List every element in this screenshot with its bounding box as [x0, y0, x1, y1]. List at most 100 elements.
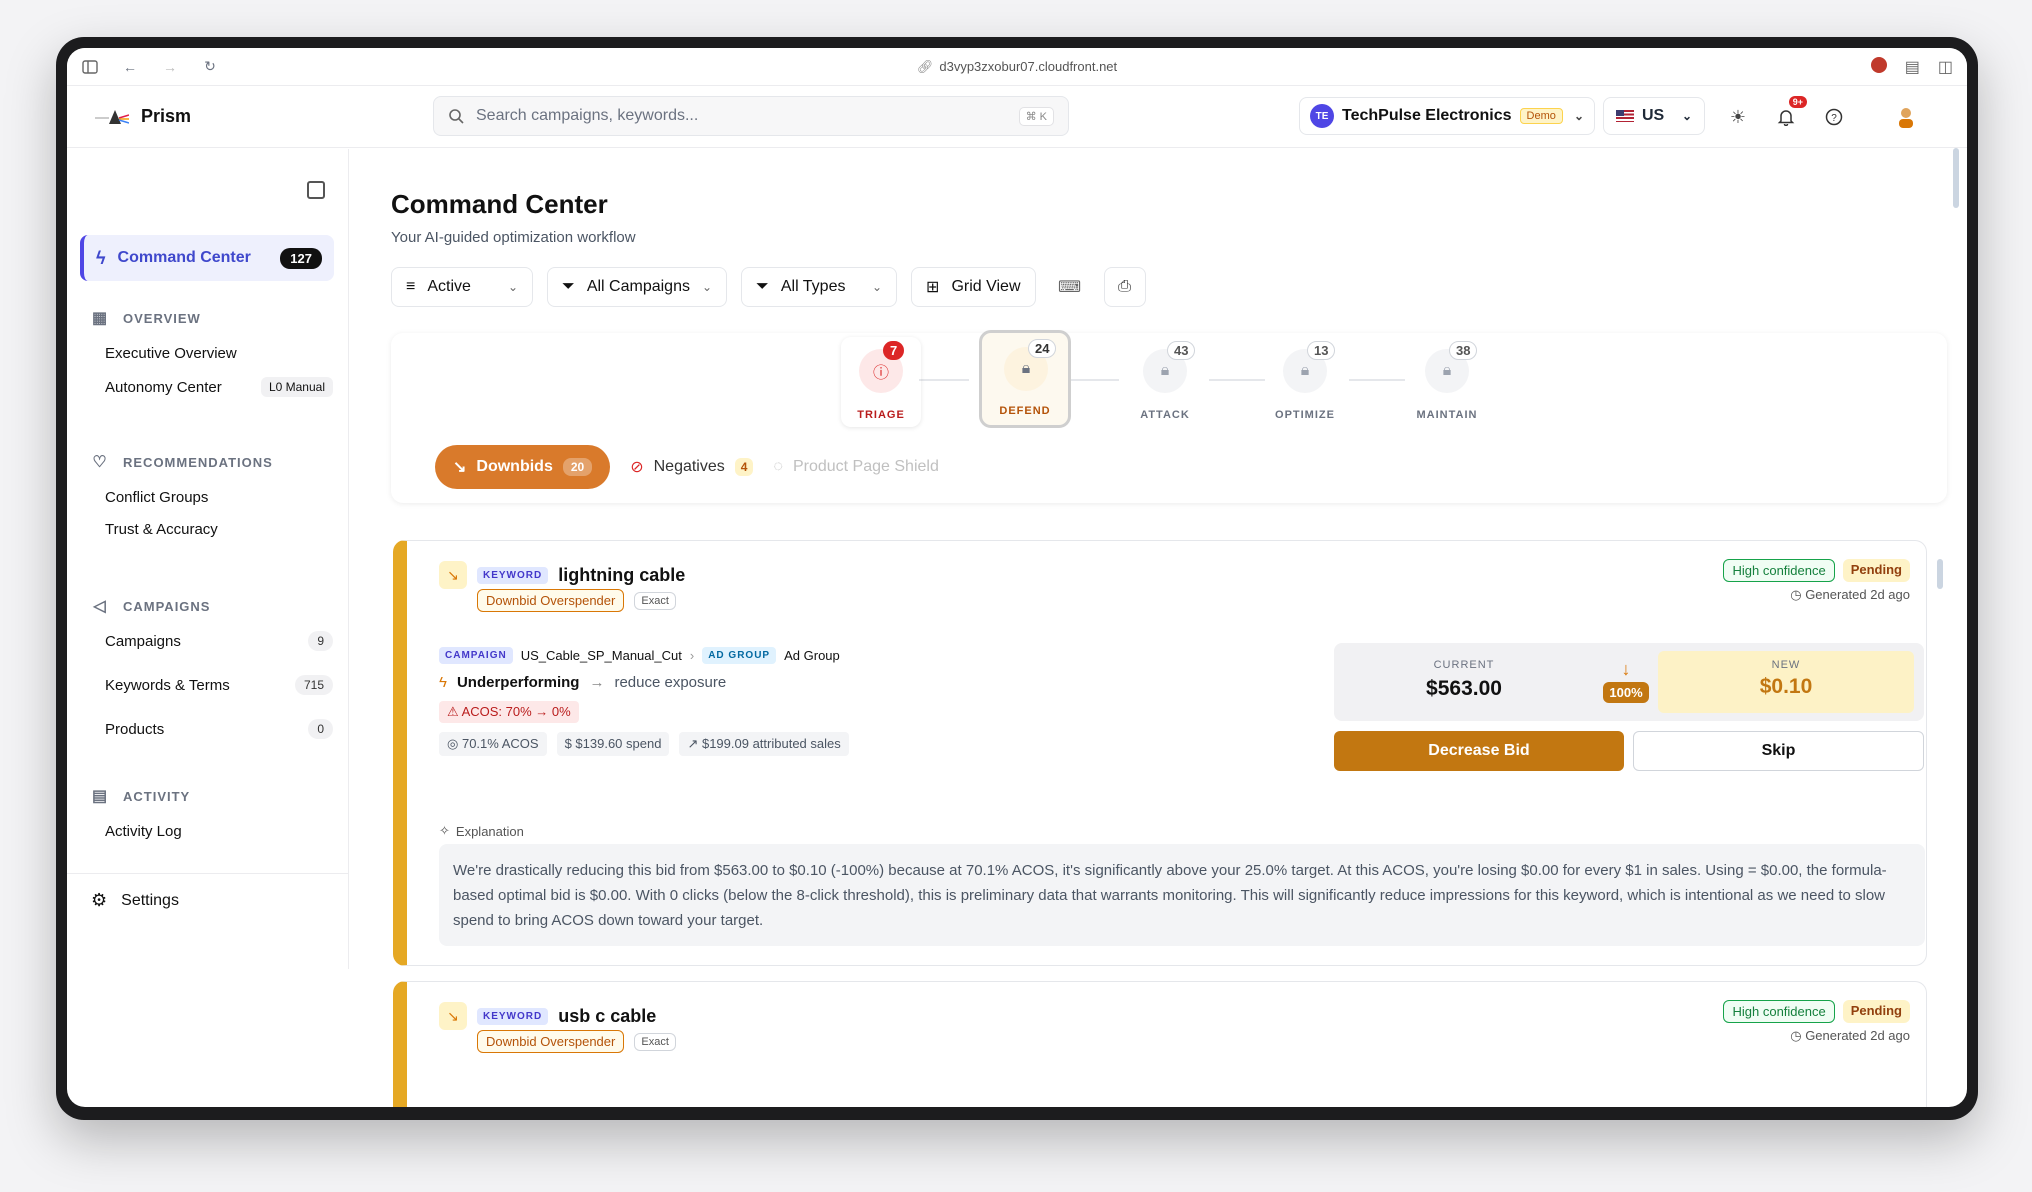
browser-window: ← → ↻ 🔗︎ d3vyp3zxobur07.cloudfront.net ▤ … — [56, 37, 1978, 1120]
stage-maintain[interactable]: 🔒︎ 38 MAINTAIN — [1407, 337, 1487, 427]
extension-icon[interactable] — [1870, 57, 1887, 73]
generated-text: Generated 2d ago — [1805, 587, 1910, 602]
help-icon[interactable]: ? — [1823, 106, 1845, 128]
tab-label: Negatives — [653, 458, 725, 475]
match-type: Exact — [634, 1032, 676, 1051]
chevron-down-icon: ⌄ — [507, 280, 518, 294]
status-badge: Pending — [1842, 1000, 1910, 1023]
megaphone-icon: ◁ — [93, 598, 107, 615]
campaign-breadcrumb: CAMPAIGN US_Cable_SP_Manual_Cut › AD GRO… — [439, 647, 840, 664]
adgroup-name[interactable]: Ad Group — [784, 648, 840, 663]
stage-triage[interactable]: ⓘ 7 TRIAGE — [841, 337, 921, 427]
view-toggle[interactable]: ⊞ Grid View — [911, 267, 1036, 307]
autonomy-level-tag: L0 Manual — [260, 377, 333, 397]
sidebar-item-autonomy-center[interactable]: Autonomy Center L0 Manual — [105, 377, 333, 397]
new-bid-label: NEW — [1771, 659, 1801, 671]
current-bid-value: $563.00 — [1426, 677, 1502, 700]
sidebar-item-activity-log[interactable]: Activity Log — [105, 823, 333, 840]
generated-time: ◷ Generated 2d ago — [1790, 1028, 1910, 1044]
page-title: Command Center — [391, 189, 608, 219]
section-title: OVERVIEW — [123, 310, 201, 326]
trend-up-icon: ↗ — [687, 736, 702, 751]
account-selector[interactable]: TE TechPulse Electronics Demo ⌄ — [1299, 97, 1595, 135]
sidebar-item-campaigns[interactable]: Campaigns 9 — [105, 631, 333, 651]
metric-value: $199.09 attributed sales — [701, 736, 841, 751]
page-scrollbar[interactable] — [1953, 148, 1959, 208]
bid-change: ↓ 100% — [1594, 659, 1658, 703]
action-summary: reduce exposure — [614, 674, 727, 691]
metric-value: $139.60 spend — [575, 736, 662, 751]
explanation-header: ✧ Explanation — [439, 823, 524, 839]
campaign-filter[interactable]: ⏷ All Campaigns ⌄ — [547, 267, 728, 307]
sidebar-item-label: Executive Overview — [105, 345, 237, 362]
section-activity: ▤ ACTIVITY — [91, 787, 190, 805]
sidebar-item-keywords-terms[interactable]: Keywords & Terms 715 — [105, 675, 333, 695]
tab-downbids[interactable]: ↘ Downbids 20 — [435, 445, 611, 489]
metric-acos: ◎ 70.1% ACOS — [439, 732, 547, 756]
sidebar-item-label: Trust & Accuracy — [105, 521, 218, 538]
cards-scrollbar[interactable] — [1937, 559, 1943, 589]
address-bar[interactable]: 🔗︎ d3vyp3zxobur07.cloudfront.net — [67, 59, 1967, 75]
confidence-badge: High confidence — [1723, 559, 1835, 582]
campaign-name[interactable]: US_Cable_SP_Manual_Cut — [521, 648, 682, 663]
reader-icon[interactable]: ▤ — [1905, 57, 1920, 77]
collapse-sidebar-icon[interactable] — [307, 181, 325, 199]
trend-down-icon: ↘ — [439, 1002, 467, 1030]
lightning-icon: ϟ — [439, 674, 447, 691]
check-circle-icon: ◌ — [773, 458, 783, 475]
bell-icon[interactable]: 9+ — [1775, 96, 1807, 128]
arrow-down-icon: ↓ — [1621, 659, 1631, 679]
sidebar-item-conflict-groups[interactable]: Conflict Groups — [105, 489, 333, 506]
skip-button[interactable]: Skip — [1633, 731, 1924, 771]
brand-name: Prism — [141, 106, 192, 126]
filter-bar: ≡ Active ⌄ ⏷ All Campaigns ⌄ ⏷ All Types ⌄ ⊞ Gr… — [391, 267, 1146, 307]
tab-product-page-shield[interactable]: ◌ Product Page Shield — [773, 458, 938, 476]
lightbulb-icon: ♡ — [92, 454, 108, 471]
sidebar-item-label: Keywords & Terms — [105, 676, 230, 694]
filter-lines-icon: ≡ — [406, 278, 416, 295]
sidebar-item-products[interactable]: Products 0 — [105, 719, 333, 739]
search-input[interactable]: Search campaigns, keywords... ⌘ K — [433, 96, 1069, 136]
recommendation-card: ↘ KEYWORD lightning cable Downbid Oversp… — [393, 540, 1927, 966]
stage-count: 43 — [1167, 341, 1196, 360]
chevron-down-icon: ⌄ — [1573, 109, 1584, 123]
sidebar-item-trust-accuracy[interactable]: Trust & Accuracy — [105, 521, 333, 538]
match-type: Exact — [634, 591, 676, 610]
keyword-text: usb c cable — [558, 1005, 657, 1026]
decrease-bid-button[interactable]: Decrease Bid — [1334, 731, 1624, 771]
type-filter-value: All Types — [780, 278, 846, 295]
view-toggle-label: Grid View — [951, 278, 1021, 295]
stage-defend[interactable]: 🔒︎ 24 DEFEND — [979, 330, 1071, 428]
split-view-icon[interactable]: ◫ — [1938, 57, 1953, 77]
clock-icon: ◷ — [1790, 587, 1806, 602]
grid-icon: ⊞ — [926, 279, 940, 296]
browser-chrome: ← → ↻ 🔗︎ d3vyp3zxobur07.cloudfront.net ▤ … — [67, 48, 1967, 86]
tab-label: Product Page Shield — [792, 458, 939, 475]
stage-optimize[interactable]: 🔒︎ 13 OPTIMIZE — [1265, 337, 1345, 427]
recommendation-tag: Downbid Overspender — [477, 1030, 625, 1053]
search-shortcut: ⌘ K — [1018, 106, 1054, 126]
current-bid: CURRENT $563.00 — [1334, 643, 1594, 721]
sidebar-item-settings[interactable]: ⚙ Settings — [91, 890, 179, 911]
sidebar-item-executive-overview[interactable]: Executive Overview — [105, 345, 333, 362]
user-avatar[interactable] — [1895, 106, 1917, 128]
tab-count: 20 — [562, 458, 593, 476]
keywords-count: 715 — [294, 675, 333, 695]
sidebar-item-label: Autonomy Center — [105, 378, 222, 396]
link-icon: 🔗︎ — [916, 59, 934, 74]
keyboard-icon[interactable]: ⌨ — [1050, 267, 1090, 307]
tab-negatives[interactable]: ⊘ Negatives 4 — [630, 457, 754, 477]
brand[interactable]: Prism — [95, 106, 191, 127]
stage-count: 13 — [1307, 341, 1336, 360]
type-filter[interactable]: ⏷ All Types ⌄ — [741, 267, 898, 307]
stage-attack[interactable]: 🔒︎ 43 ATTACK — [1125, 337, 1205, 427]
sidebar-item-command-center[interactable]: ϟ Command Center 127 — [80, 235, 334, 281]
printer-icon: ⎙ — [1118, 278, 1131, 295]
print-button[interactable]: ⎙ — [1103, 267, 1146, 307]
region-selector[interactable]: US ⌄ — [1603, 97, 1705, 135]
theme-toggle-icon[interactable]: ☀ — [1727, 106, 1749, 128]
stage-connector — [1209, 379, 1265, 381]
status-filter-value: Active — [427, 278, 471, 295]
acos-change: ⚠ ACOS: 70% → 0% — [439, 701, 579, 723]
status-filter[interactable]: ≡ Active ⌄ — [391, 267, 533, 307]
